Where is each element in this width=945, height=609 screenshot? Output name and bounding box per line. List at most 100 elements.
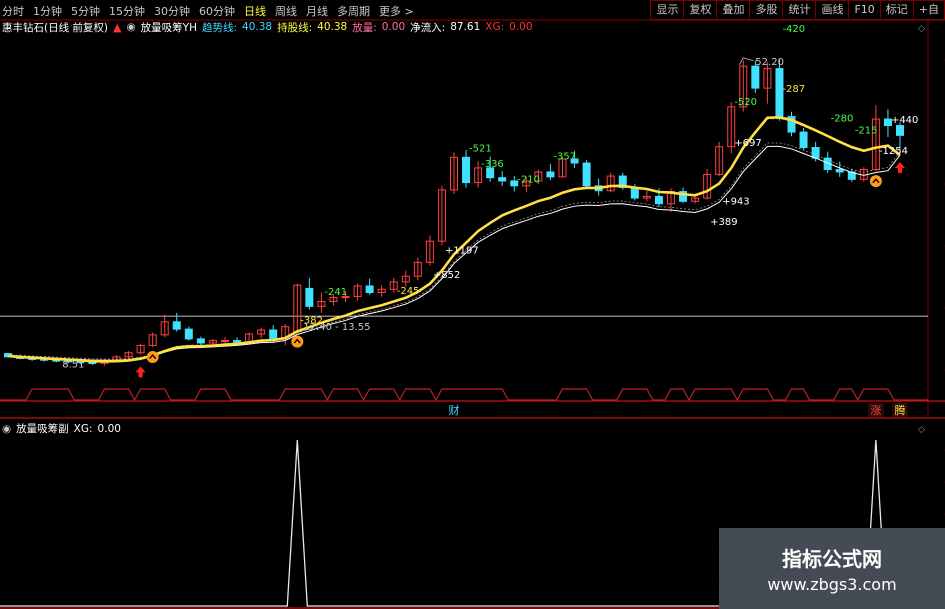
period-tab-8[interactable]: 月线 bbox=[306, 3, 328, 19]
candle-body bbox=[811, 147, 820, 159]
candle-body bbox=[847, 171, 856, 180]
band-marker-text: 腾 bbox=[895, 403, 906, 417]
period-tab-7[interactable]: 周线 bbox=[275, 3, 297, 19]
candle-body bbox=[293, 284, 302, 333]
hold-label: 持股线: bbox=[277, 21, 313, 34]
sub-legend: ◉ 放量吸筹副 XG: 0.00 bbox=[2, 421, 121, 436]
candle-body bbox=[220, 340, 229, 343]
flow-label: -521 bbox=[469, 144, 492, 155]
candle-body bbox=[184, 328, 193, 340]
candle-body bbox=[401, 275, 410, 283]
period-tab-0[interactable]: 分时 bbox=[2, 3, 24, 19]
ma-dashed-line-2 bbox=[7, 142, 901, 360]
diamond-icon: ◇ bbox=[918, 24, 925, 34]
inflow-label: 净流入: bbox=[410, 21, 446, 34]
candle-body bbox=[618, 175, 627, 188]
candle-body bbox=[450, 156, 458, 191]
xg-label: XG: bbox=[485, 21, 505, 33]
flow-label: -336 bbox=[481, 159, 504, 170]
candle-body bbox=[245, 333, 254, 343]
period-tab-6[interactable]: 日线 bbox=[244, 3, 266, 19]
candle-body bbox=[462, 156, 471, 184]
candle-body bbox=[112, 356, 121, 361]
period-tab-2[interactable]: 5分钟 bbox=[71, 3, 100, 19]
toolbar-button-6[interactable]: F10 bbox=[849, 0, 881, 20]
candle-body bbox=[751, 65, 760, 89]
buy-signal-icon bbox=[146, 351, 159, 364]
period-tab-4[interactable]: 30分钟 bbox=[154, 3, 190, 19]
period-tab-10[interactable]: 更多 > bbox=[379, 3, 414, 19]
flow-label: +852 bbox=[433, 270, 460, 281]
flow-label: -520 bbox=[734, 97, 757, 108]
candle-body bbox=[413, 261, 422, 277]
band-marker-bg bbox=[892, 403, 908, 417]
toolbar-button-0[interactable]: 显示 bbox=[650, 0, 685, 20]
sub-xg-label: XG: bbox=[73, 422, 93, 435]
buy-signal-icon bbox=[291, 335, 304, 348]
sub-diamond-icon: ◇ bbox=[918, 425, 925, 435]
flow-label: -245 bbox=[397, 286, 420, 297]
period-tab-1[interactable]: 1分钟 bbox=[33, 3, 62, 19]
sub-indicator-name[interactable]: 放量吸筹副 bbox=[16, 421, 69, 436]
candle-body bbox=[883, 118, 892, 127]
candle-body bbox=[172, 321, 181, 330]
candle-body bbox=[534, 171, 543, 182]
main-legend: 惠丰钻石(日线 前复权) ▲ ◉ 放量吸筹YH 趋势线: 40.38 持股线: … bbox=[2, 20, 533, 34]
flow-label: +1197 bbox=[445, 245, 479, 256]
toolbar-button-8[interactable]: +自 bbox=[913, 0, 945, 20]
candle-body bbox=[16, 356, 25, 359]
signal-band-line bbox=[0, 388, 928, 402]
vol-value: 0.00 bbox=[381, 21, 406, 33]
flow-label: +943 bbox=[722, 196, 749, 207]
indicator-name[interactable]: 放量吸筹YH bbox=[141, 20, 197, 35]
flow-label: -241 bbox=[324, 287, 347, 298]
flow-label: -420 bbox=[782, 24, 805, 35]
toolbar: 分时 1分钟 5分钟 15分钟 30分钟 60分钟 日线 周线 月线 多周期 更多 > 显示 复权 叠加… bbox=[0, 0, 945, 20]
candle-body bbox=[437, 189, 446, 242]
vol-label: 放量: bbox=[352, 21, 377, 34]
candle-body bbox=[100, 359, 109, 364]
flow-label: +440 bbox=[891, 115, 918, 126]
sub-collapse-icon[interactable]: ◉ bbox=[2, 423, 11, 435]
toolbar-button-2[interactable]: 叠加 bbox=[717, 0, 751, 20]
candle-body bbox=[208, 340, 217, 344]
stock-name[interactable]: 惠丰钻石(日线 前复权) bbox=[2, 20, 108, 35]
toolbar-button-4[interactable]: 统计 bbox=[783, 0, 817, 20]
red-arrow-icon[interactable]: ▲ bbox=[113, 21, 121, 34]
candle-body bbox=[558, 158, 567, 178]
watermark: 指标公式网 www.zbgs3.com bbox=[719, 528, 945, 609]
flow-label: -210 bbox=[517, 175, 540, 186]
candle-body bbox=[871, 118, 880, 171]
candle-body bbox=[739, 65, 748, 108]
period-tab-9[interactable]: 多周期 bbox=[337, 3, 370, 19]
candle-body bbox=[4, 353, 12, 358]
candle-body bbox=[196, 338, 205, 344]
candle-body bbox=[703, 173, 712, 199]
xg-value: 0.00 bbox=[509, 21, 533, 33]
period-tab-3[interactable]: 15分钟 bbox=[109, 3, 145, 19]
period-tab-5[interactable]: 60分钟 bbox=[199, 3, 235, 19]
flow-label: -357 bbox=[553, 152, 576, 163]
band-marker-bg bbox=[867, 403, 884, 417]
candle-body bbox=[594, 185, 603, 192]
watermark-title: 指标公式网 bbox=[782, 547, 882, 571]
flow-label: -280 bbox=[831, 113, 854, 124]
toolbar-button-5[interactable]: 画线 bbox=[816, 0, 850, 20]
flow-label: +697 bbox=[734, 138, 761, 149]
collapse-icon[interactable]: ◉ bbox=[127, 21, 136, 33]
trend-line bbox=[7, 116, 901, 363]
candle-body bbox=[835, 169, 844, 173]
toolbar-button-7[interactable]: 标记 bbox=[880, 0, 914, 20]
candle-body bbox=[317, 300, 326, 307]
candle-body bbox=[377, 288, 386, 294]
candle-body bbox=[691, 197, 700, 202]
candle-body bbox=[630, 186, 639, 199]
candle-body bbox=[28, 357, 37, 360]
flow-label: +389 bbox=[710, 217, 737, 228]
price-annotation: 12.40 - 13.55 bbox=[303, 322, 370, 333]
kline-chart[interactable]: -382 -241 -245 +852 +1197 -521 -336 -210 -357 +38… bbox=[0, 0, 945, 609]
candle-body bbox=[642, 195, 651, 199]
toolbar-button-1[interactable]: 复权 bbox=[684, 0, 718, 20]
candle-body bbox=[425, 240, 434, 263]
toolbar-button-3[interactable]: 多股 bbox=[750, 0, 784, 20]
